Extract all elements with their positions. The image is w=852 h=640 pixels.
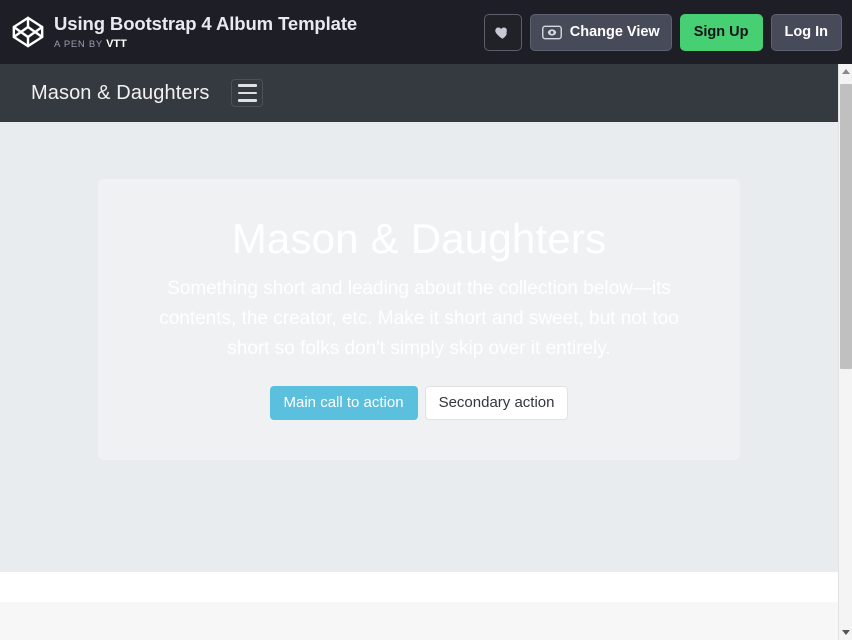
jumbotron-section: Mason & Daughters Something short and le… <box>0 122 838 572</box>
byline-prefix: A PEN BY <box>54 38 103 50</box>
love-button[interactable] <box>483 13 522 51</box>
jumbotron-heading: Mason & Daughters <box>231 215 607 262</box>
log-in-button[interactable]: Log In <box>770 13 842 51</box>
secondary-action-button[interactable]: Secondary action <box>424 386 569 420</box>
jumbotron-panel: Mason & Daughters Something short and le… <box>98 179 740 460</box>
jumbotron-actions: Main call to action Secondary action <box>134 386 704 420</box>
scroll-up-arrow-icon[interactable] <box>839 64 852 79</box>
scroll-down-arrow-icon[interactable] <box>839 625 852 640</box>
pen-title-block: Using Bootstrap 4 Album Template A PEN B… <box>54 13 484 52</box>
change-view-label: Change View <box>569 24 660 40</box>
sign-up-button[interactable]: Sign Up <box>679 13 763 51</box>
pen-preview-viewport: Mason & Daughters Mason & Daughters Some… <box>0 64 838 640</box>
pen-byline: A PEN BY VTT <box>54 37 484 52</box>
site-navbar: Mason & Daughters <box>0 64 838 122</box>
navbar-brand[interactable]: Mason & Daughters <box>31 82 209 105</box>
scroll-down-triangle <box>842 630 850 635</box>
hamburger-bar <box>237 99 257 102</box>
main-call-to-action-button[interactable]: Main call to action <box>269 386 418 420</box>
jumbotron-lead-text: Something short and leading about the co… <box>159 278 679 359</box>
hamburger-bar <box>237 91 257 95</box>
hamburger-menu-icon[interactable] <box>231 79 264 107</box>
heart-icon <box>494 24 511 41</box>
page-title: Using Bootstrap 4 Album Template <box>54 12 358 34</box>
pen-author-link[interactable]: VTT <box>106 38 127 50</box>
change-view-button[interactable]: Change View <box>529 13 672 51</box>
eye-icon <box>541 25 562 40</box>
section-divider <box>0 572 838 602</box>
codepen-header: Using Bootstrap 4 Album Template A PEN B… <box>0 0 852 64</box>
vertical-scrollbar[interactable] <box>838 64 852 640</box>
scrollbar-thumb[interactable] <box>840 84 852 369</box>
hamburger-bar <box>237 84 257 87</box>
album-section: a baby crib <box>0 602 838 640</box>
codepen-logo-icon[interactable] <box>8 12 48 52</box>
scroll-up-triangle <box>842 69 850 74</box>
header-actions: Change View Sign Up Log In <box>483 13 842 51</box>
